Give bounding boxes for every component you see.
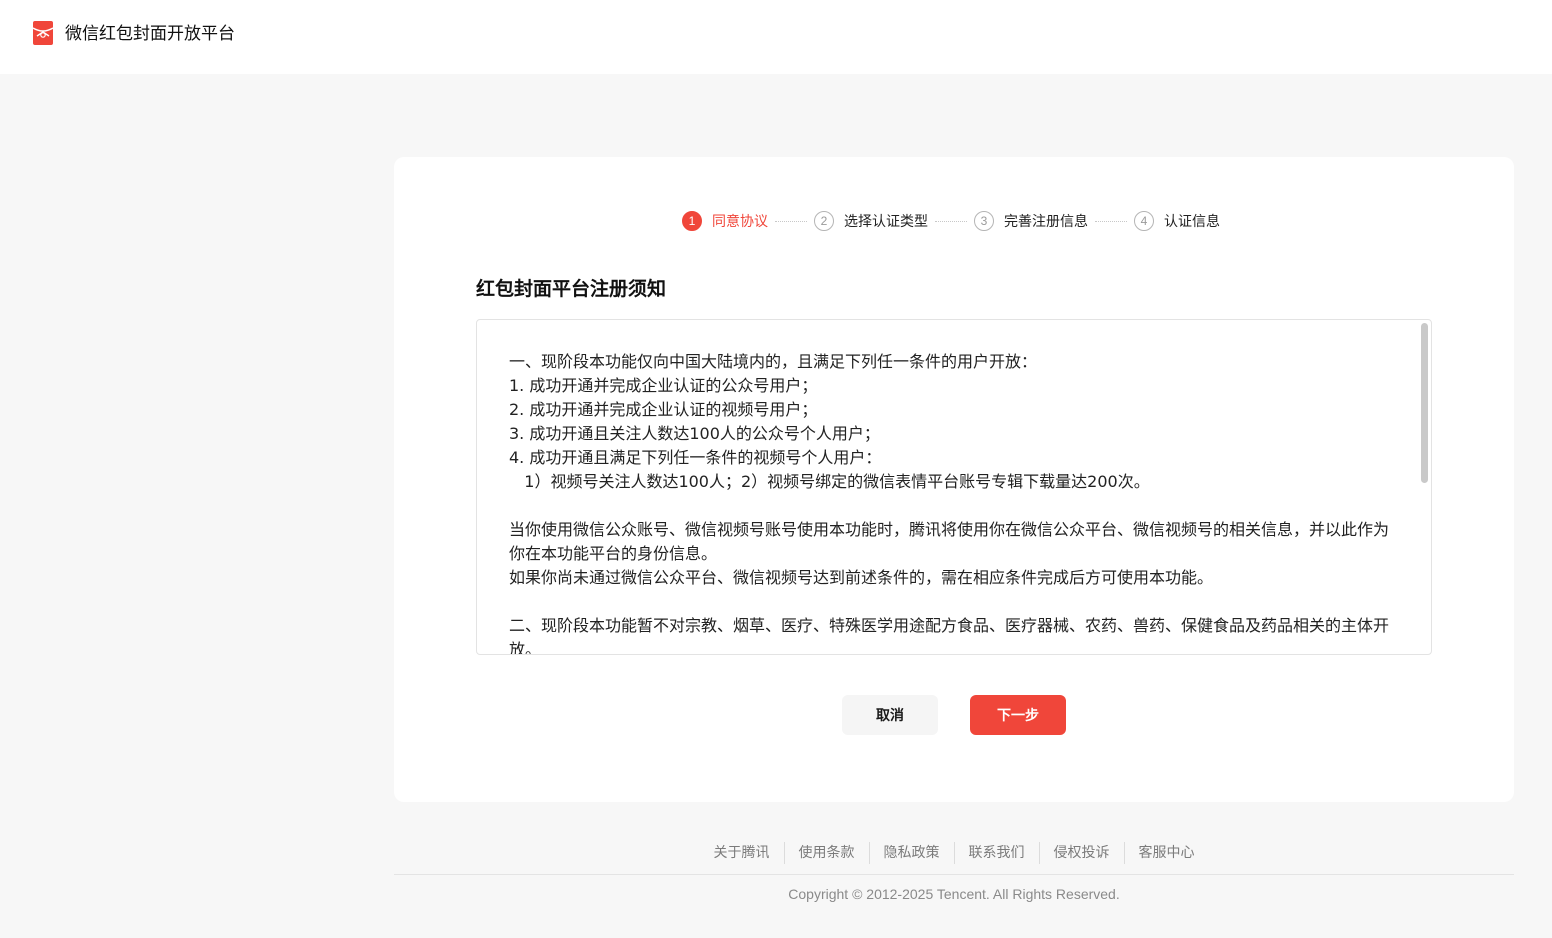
cancel-button[interactable]: 取消 (842, 695, 938, 735)
footer-link-infringement[interactable]: 侵权投诉 (1038, 842, 1124, 864)
footer-link-about[interactable]: 关于腾讯 (700, 842, 784, 864)
page-title: 红包封面平台注册须知 (476, 278, 667, 300)
agreement-line: 1）视频号关注人数达100人；2）视频号绑定的微信表情平台账号专辑下载量达200… (509, 472, 1150, 491)
step-label: 认证信息 (1164, 214, 1220, 230)
step-divider (935, 220, 967, 222)
agreement-line: 2. 成功开通并完成企业认证的视频号用户； (509, 400, 818, 419)
agreement-line: 一、现阶段本功能仅向中国大陆境内的，且满足下列任一条件的用户开放： (509, 352, 1038, 371)
footer-link-terms[interactable]: 使用条款 (783, 842, 869, 864)
step-label: 选择认证类型 (844, 214, 928, 230)
step-certification: 4 认证信息 (1134, 211, 1220, 231)
footer-links: 关于腾讯 使用条款 隐私政策 联系我们 侵权投诉 客服中心 (394, 842, 1514, 864)
step-complete-info: 3 完善注册信息 (974, 211, 1088, 231)
scrollbar-thumb[interactable] (1421, 323, 1428, 483)
next-step-button[interactable]: 下一步 (970, 695, 1066, 735)
step-label: 同意协议 (712, 214, 768, 230)
step-select-type: 2 选择认证类型 (814, 211, 928, 231)
copyright-text: Copyright © 2012-2025 Tencent. All Right… (788, 886, 1120, 902)
top-bar: 微信红包封面开放平台 (0, 0, 1552, 74)
agreement-scroll-box[interactable]: 一、现阶段本功能仅向中国大陆境内的，且满足下列任一条件的用户开放： 1. 成功开… (476, 319, 1432, 655)
step-number: 4 (1134, 211, 1154, 231)
red-envelope-icon[interactable] (33, 21, 53, 45)
agreement-text: 一、现阶段本功能仅向中国大陆境内的，且满足下列任一条件的用户开放： 1. 成功开… (509, 350, 1390, 655)
agreement-line: 二、现阶段本功能暂不对宗教、烟草、医疗、特殊医学用途配方食品、医疗器械、农药、兽… (509, 616, 1390, 655)
step-agree: 1 同意协议 (682, 211, 768, 231)
footer-link-contact[interactable]: 联系我们 (953, 842, 1039, 864)
footer-divider (394, 874, 1514, 875)
agreement-line: 当你使用微信公众账号、微信视频号账号使用本功能时，腾讯将使用你在微信公众平台、微… (509, 520, 1390, 563)
step-number: 3 (974, 211, 994, 231)
footer-link-privacy[interactable]: 隐私政策 (868, 842, 954, 864)
step-label: 完善注册信息 (1004, 214, 1088, 230)
brand-title[interactable]: 微信红包封面开放平台 (65, 22, 235, 46)
step-number: 1 (682, 211, 702, 231)
agreement-line: 4. 成功开通且满足下列任一条件的视频号个人用户： (509, 448, 882, 467)
agreement-line: 如果你尚未通过微信公众平台、微信视频号达到前述条件的，需在相应条件完成后方可使用… (509, 568, 1214, 587)
agreement-line: 3. 成功开通且关注人数达100人的公众号个人用户； (509, 424, 880, 443)
step-divider (1095, 220, 1127, 222)
agreement-line: 1. 成功开通并完成企业认证的公众号用户； (509, 376, 818, 395)
footer-link-support[interactable]: 客服中心 (1123, 842, 1209, 864)
step-divider (775, 220, 807, 222)
scrollbar[interactable] (1421, 323, 1428, 653)
step-number: 2 (814, 211, 834, 231)
progress-steps: 1 同意协议 2 选择认证类型 3 完善注册信息 4 认证信息 (682, 209, 1220, 233)
